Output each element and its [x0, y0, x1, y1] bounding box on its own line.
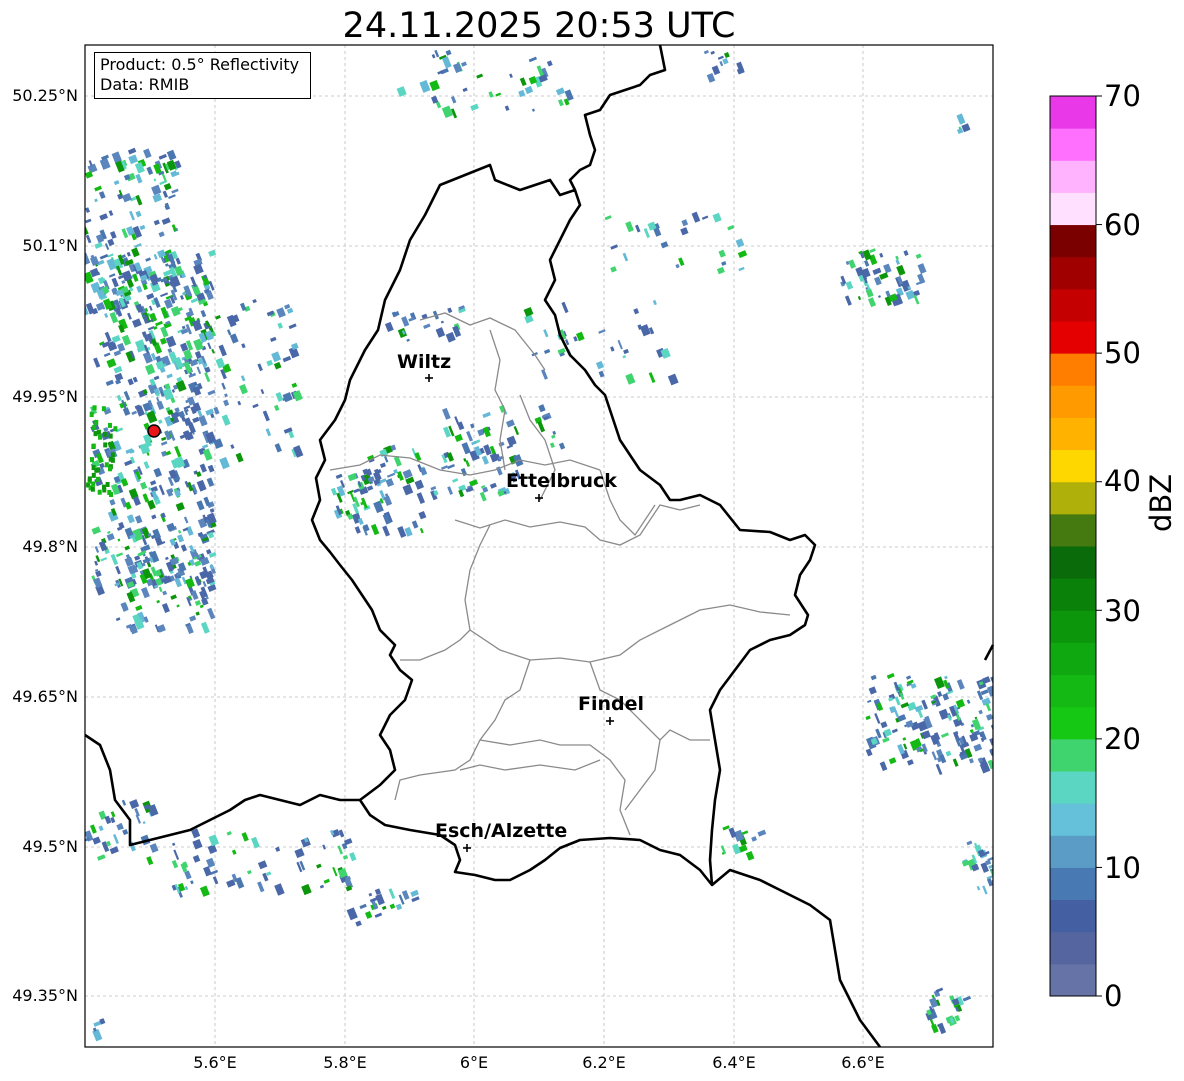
x-tick-label: 5.8°E: [323, 1053, 367, 1072]
colorbar-tick: 40: [1104, 464, 1141, 498]
colorbar-segment: [1050, 321, 1096, 354]
colorbar-segment: [1050, 449, 1096, 483]
colorbar: [1049, 95, 1102, 997]
colorbar-segment: [1050, 417, 1096, 451]
colorbar-tick: 10: [1104, 851, 1141, 885]
colorbar-tick: 60: [1104, 208, 1141, 242]
colorbar-segment: [1050, 160, 1096, 193]
x-tick-label: 6.2°E: [582, 1053, 626, 1072]
colorbar-segment: [1050, 385, 1096, 418]
colorbar-label: dBZ: [1144, 473, 1178, 532]
colorbar-segment: [1050, 738, 1096, 772]
x-tick-label: 6.6°E: [841, 1053, 885, 1072]
colorbar-segment: [1050, 513, 1096, 547]
colorbar-segment: [1050, 835, 1096, 868]
x-tick-label: 6.4°E: [712, 1053, 756, 1072]
colorbar-tick: 50: [1104, 336, 1141, 370]
colorbar-segment: [1050, 706, 1096, 740]
colorbar-segment: [1050, 931, 1096, 965]
y-tick-label: 50.1°N: [22, 236, 78, 255]
y-tick-label: 50.25°N: [12, 86, 78, 105]
colorbar-segment: [1050, 224, 1096, 258]
city-label-ettelbruck: Ettelbruck: [506, 470, 617, 492]
colorbar-segment: [1050, 546, 1096, 579]
colorbar-segment: [1050, 481, 1096, 515]
product-label: Product: 0.5° Reflectivity: [100, 55, 300, 74]
colorbar-segment: [1050, 192, 1096, 226]
y-tick-label: 49.5°N: [22, 837, 78, 856]
colorbar-segment: [1050, 899, 1096, 933]
colorbar-tick: 70: [1104, 79, 1141, 113]
city-label-findel: Findel: [578, 693, 645, 715]
data-source-label: Data: RMIB: [100, 75, 190, 94]
y-tick-label: 49.8°N: [22, 537, 78, 556]
colorbar-segment: [1050, 128, 1096, 161]
product-info-box: Product: 0.5° Reflectivity Data: RMIB: [94, 52, 311, 99]
city-label-esch-alzette: Esch/Alzette: [435, 820, 568, 842]
colorbar-segment: [1050, 642, 1096, 676]
colorbar-segment: [1050, 771, 1096, 804]
map-background: [85, 45, 993, 1047]
colorbar-segment: [1050, 288, 1096, 322]
y-tick-label: 49.65°N: [12, 687, 78, 706]
radar-map: [84, 44, 1102, 1048]
city-label-wiltz: Wiltz: [397, 351, 452, 373]
x-tick-label: 5.6°E: [193, 1053, 237, 1072]
colorbar-tick: 30: [1104, 594, 1141, 628]
colorbar-segment: [1050, 803, 1096, 836]
radar-site-marker: [147, 424, 161, 438]
y-tick-label: 49.35°N: [12, 986, 78, 1005]
colorbar-segment: [1050, 963, 1096, 997]
colorbar-segment: [1050, 867, 1096, 901]
y-tick-label: 49.95°N: [12, 387, 78, 406]
x-tick-label: 6°E: [459, 1053, 489, 1072]
colorbar-segment: [1050, 96, 1096, 129]
colorbar-segment: [1050, 256, 1096, 290]
colorbar-tick: 0: [1104, 979, 1123, 1013]
colorbar-tick: 20: [1104, 722, 1141, 756]
colorbar-segment: [1050, 353, 1096, 386]
colorbar-segment: [1050, 610, 1096, 643]
colorbar-segment: [1050, 674, 1096, 708]
colorbar-segment: [1050, 578, 1096, 611]
